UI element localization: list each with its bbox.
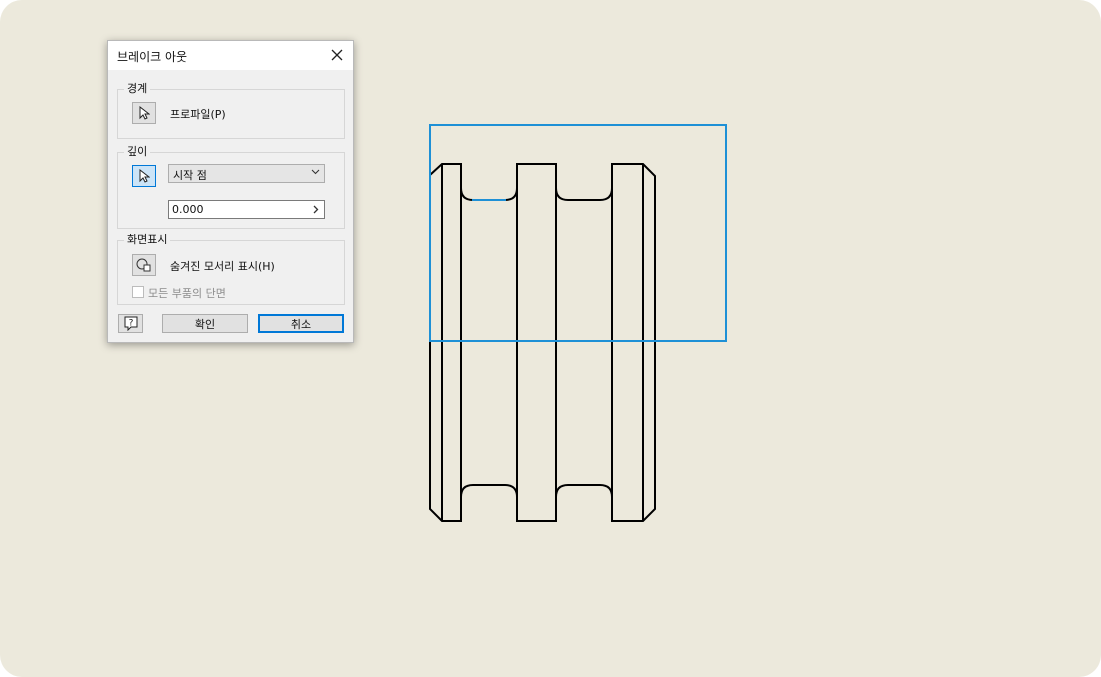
help-icon: ? xyxy=(124,316,137,331)
profile-label: 프로파일(P) xyxy=(170,108,226,121)
cancel-button[interactable]: 취소 xyxy=(258,314,344,333)
right-flange xyxy=(611,163,656,522)
cursor-arrow-icon xyxy=(139,169,150,183)
close-button[interactable] xyxy=(327,46,347,64)
chevron-right-icon xyxy=(313,205,318,214)
chevron-down-icon xyxy=(311,169,320,175)
hidden-edges-label: 숨겨진 모서리 표시(H) xyxy=(170,260,275,273)
hidden-edges-icon xyxy=(136,258,151,272)
ok-button[interactable]: 확인 xyxy=(162,314,248,333)
depth-value-flyout-button[interactable] xyxy=(308,202,323,217)
svg-text:?: ? xyxy=(128,319,133,329)
help-button[interactable]: ? xyxy=(118,314,143,333)
cursor-arrow-icon xyxy=(139,106,150,120)
hidden-edges-toggle-button[interactable] xyxy=(132,254,156,276)
bottom-groove-right xyxy=(555,484,613,498)
bottom-groove-left xyxy=(460,484,518,498)
depth-value: 0.000 xyxy=(172,203,204,216)
close-icon xyxy=(331,49,343,61)
all-parts-section-checkbox[interactable] xyxy=(132,286,144,298)
breakout-dialog: 브레이크 아웃 경계 프로파일(P) 깊이 시작 점 0.000 화면표시 숨겨… xyxy=(107,40,354,343)
boundary-group-label: 경계 xyxy=(124,82,151,96)
depth-group-label: 깊이 xyxy=(124,145,151,159)
depth-point-select-button[interactable] xyxy=(132,165,156,187)
boundary-group: 경계 프로파일(P) xyxy=(117,82,345,139)
display-group-label: 화면표시 xyxy=(124,233,171,247)
depth-mode-value: 시작 점 xyxy=(173,169,207,182)
boundary-profile-select-button[interactable] xyxy=(132,102,156,124)
breakout-boundary-profile[interactable] xyxy=(429,124,727,342)
top-groove-left xyxy=(460,187,518,201)
depth-mode-dropdown[interactable]: 시작 점 xyxy=(168,164,325,183)
dialog-titlebar[interactable]: 브레이크 아웃 xyxy=(108,41,353,70)
middle-column xyxy=(516,163,557,522)
top-groove-right xyxy=(555,187,613,201)
part-geometry xyxy=(429,163,656,522)
all-parts-section-label: 모든 부품의 단면 xyxy=(148,287,226,300)
depth-value-input[interactable]: 0.000 xyxy=(168,200,325,219)
left-flange xyxy=(429,163,462,522)
depth-group: 깊이 시작 점 0.000 xyxy=(117,145,345,229)
dialog-title: 브레이크 아웃 xyxy=(117,50,188,64)
display-group: 화면표시 숨겨진 모서리 표시(H) 모든 부품의 단면 xyxy=(117,233,345,305)
